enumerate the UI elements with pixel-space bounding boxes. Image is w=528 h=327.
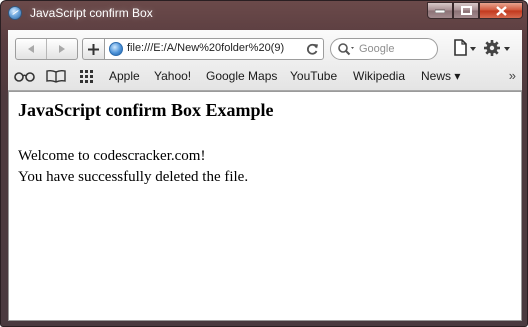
bookmark-yahoo[interactable]: Yahoo! [154, 69, 191, 83]
deleted-message: You have successfully deleted the file. [18, 169, 249, 185]
forward-arrow-icon [59, 45, 65, 53]
window-title: JavaScript confirm Box [30, 6, 153, 20]
address-bar[interactable]: file:///E:/A/New%20folder%20(9) [104, 38, 324, 60]
search-placeholder: Google [359, 43, 395, 55]
site-globe-icon [109, 42, 123, 56]
page-content: JavaScript confirm Box Example Welcome t… [8, 91, 522, 321]
browser-toolbar: file:///E:/A/New%20folder%20(9) Google A… [8, 30, 522, 91]
minimize-icon [435, 9, 445, 13]
maximize-button[interactable] [453, 2, 479, 19]
close-button[interactable] [479, 2, 523, 19]
forward-button[interactable] [46, 39, 77, 59]
maximize-icon [460, 6, 472, 15]
minimize-button[interactable] [427, 2, 453, 19]
title-bar[interactable]: JavaScript confirm Box [1, 1, 527, 25]
bookmark-apple[interactable]: Apple [109, 69, 140, 83]
window-controls [427, 2, 523, 20]
back-button[interactable] [16, 39, 46, 59]
book-icon[interactable] [46, 69, 66, 83]
bookmark-wikipedia[interactable]: Wikipedia [353, 69, 405, 83]
page-heading: JavaScript confirm Box Example [18, 100, 274, 120]
welcome-text: Welcome to codescracker.com! [18, 148, 206, 164]
add-bookmark-button[interactable] [82, 38, 104, 60]
bookmarks-overflow-button[interactable]: » [509, 68, 516, 83]
bookmarks-bar: Apple Yahoo! Google Maps YouTube Wikiped… [8, 66, 522, 88]
url-text: file:///E:/A/New%20folder%20(9) [127, 42, 285, 54]
plus-icon [88, 43, 99, 55]
grid-icon[interactable] [80, 70, 94, 83]
magnifier-icon[interactable] [337, 42, 355, 56]
back-arrow-icon [28, 45, 34, 53]
page-menu-icon[interactable] [453, 39, 477, 57]
gear-icon[interactable] [484, 39, 512, 57]
close-icon [495, 5, 507, 16]
glasses-icon[interactable] [14, 69, 36, 83]
app-globe-icon [8, 6, 22, 20]
bookmark-news-menu[interactable]: News ▾ [421, 69, 460, 83]
bookmark-google-maps[interactable]: Google Maps [206, 69, 277, 83]
bookmark-youtube[interactable]: YouTube [290, 69, 337, 83]
reload-icon[interactable] [306, 42, 319, 56]
search-field[interactable]: Google [330, 38, 438, 60]
browser-window: JavaScript confirm Box file:///E:/A/New%… [0, 0, 528, 327]
history-nav [15, 38, 78, 60]
